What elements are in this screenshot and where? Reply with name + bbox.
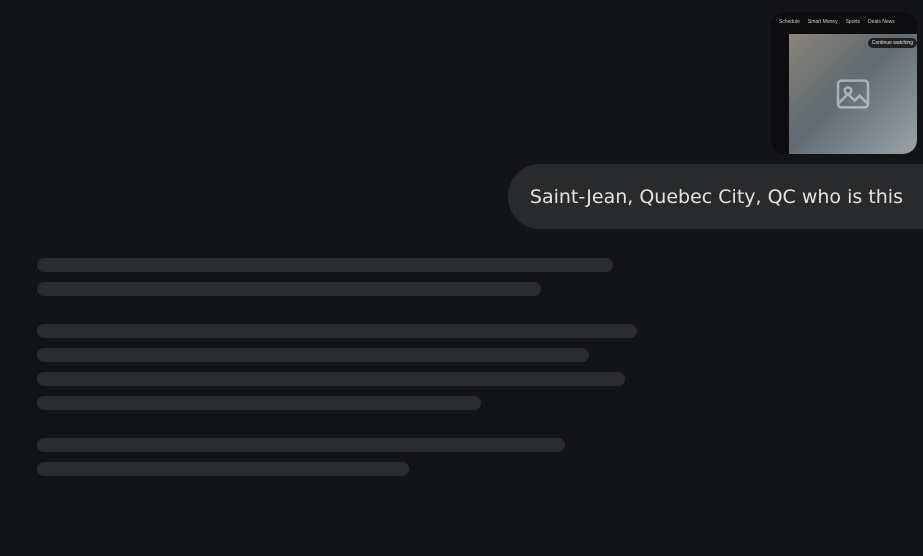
omitted-text-line	[37, 372, 625, 386]
attachment-nav-item: Sports	[845, 19, 861, 25]
omitted-text-line	[37, 348, 589, 362]
attachment-nav-item: Smart Money	[807, 19, 838, 25]
omitted-text-line	[37, 396, 481, 410]
omitted-text-line	[37, 258, 613, 272]
photo-placeholder	[789, 34, 917, 154]
user-message-bubble: Saint-Jean, Quebec City, QC who is this	[507, 164, 923, 229]
chat-page: Schedule Smart Money Sports Deals News C…	[0, 0, 923, 556]
omitted-text-line	[37, 282, 541, 296]
assistant-response-omitted	[37, 258, 637, 476]
continue-watching-label: Continue watching	[867, 38, 917, 48]
image-icon	[836, 79, 870, 109]
omitted-text-line	[37, 324, 637, 338]
omitted-text-line	[37, 462, 409, 476]
attachment-nav-item: Deals News	[868, 19, 895, 25]
attachment-nav-bar: Schedule Smart Money Sports Deals News	[771, 12, 917, 32]
attachment-nav-item: Schedule	[779, 19, 800, 25]
image-attachment[interactable]: Schedule Smart Money Sports Deals News C…	[771, 12, 917, 154]
omitted-text-line	[37, 438, 565, 452]
